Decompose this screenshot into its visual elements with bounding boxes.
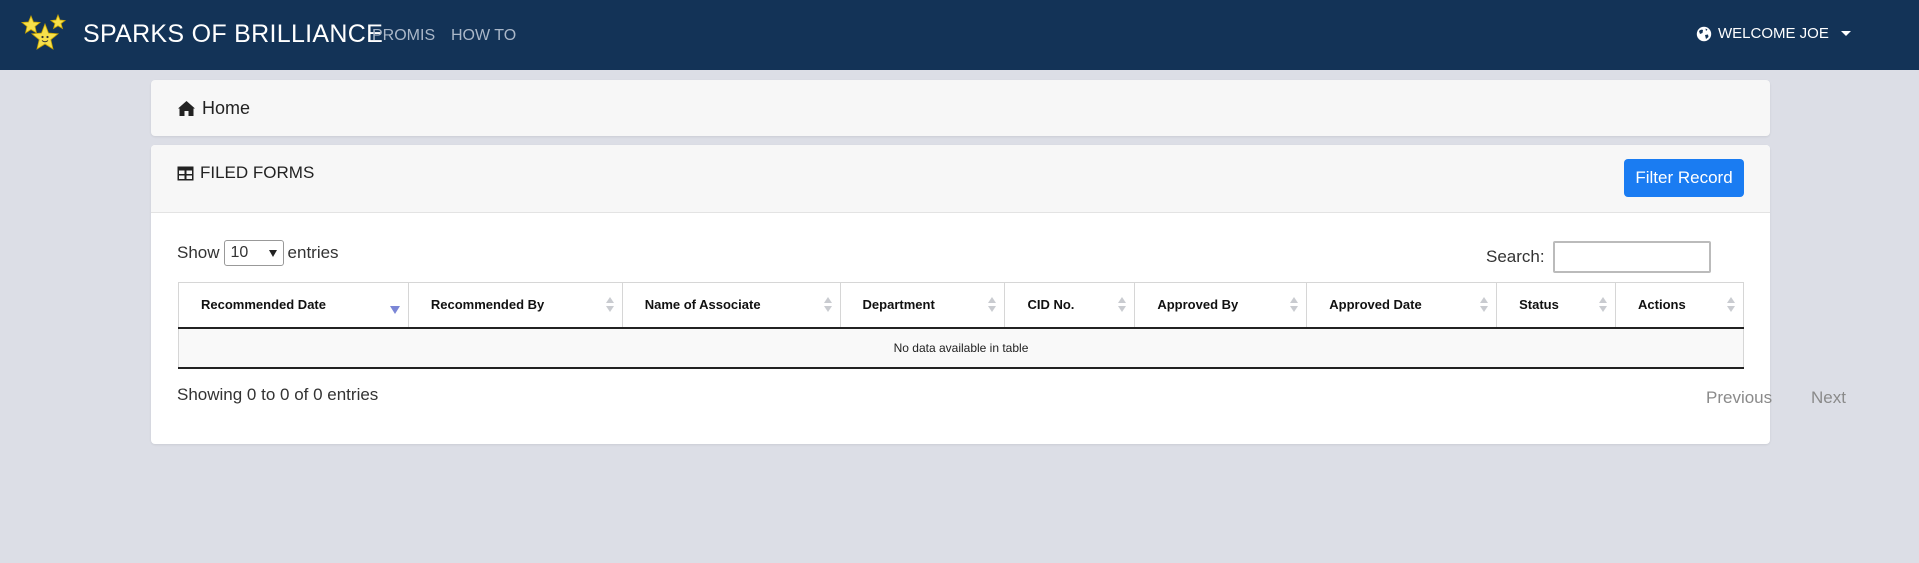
chevron-down-icon bbox=[1840, 31, 1851, 36]
breadcrumb: Home bbox=[151, 80, 1770, 136]
welcome-label: WELCOME JOE bbox=[1718, 25, 1829, 42]
filed-forms-table: Recommended Date Recommended By Name of … bbox=[178, 282, 1744, 369]
column-header-approved-by[interactable]: Approved By bbox=[1134, 282, 1307, 329]
home-icon bbox=[178, 101, 195, 116]
filed-forms-card: FILED FORMS Filter Record Show 10 entrie… bbox=[151, 145, 1846, 444]
table-info-text: Showing 0 to 0 of 0 entries bbox=[177, 385, 379, 404]
card-header: FILED FORMS Filter Record bbox=[151, 145, 1770, 213]
sort-icon bbox=[1118, 297, 1127, 313]
table-icon bbox=[177, 166, 194, 180]
previous-page-button[interactable]: Previous bbox=[1706, 388, 1772, 408]
table-header-row: Recommended Date Recommended By Name of … bbox=[178, 282, 1744, 329]
column-header-department[interactable]: Department bbox=[839, 282, 1005, 329]
table-row: No data available in table bbox=[178, 327, 1744, 369]
empty-table-message: No data available in table bbox=[178, 327, 1744, 369]
entries-label: entries bbox=[287, 243, 339, 262]
column-label: Approved By bbox=[1157, 297, 1239, 313]
next-page-button[interactable]: Next bbox=[1811, 388, 1846, 408]
sort-icon bbox=[988, 297, 997, 313]
top-navbar: SPARKS OF BRILLIANCE PROMIS HOW TO WELCO… bbox=[0, 0, 1919, 70]
column-label: Name of Associate bbox=[644, 297, 761, 313]
entries-length-control: Show 10 entries bbox=[177, 240, 339, 266]
column-label: Recommended Date bbox=[201, 297, 326, 313]
sort-icon bbox=[1480, 297, 1489, 313]
search-control: Search: bbox=[1486, 241, 1711, 273]
filter-record-button[interactable]: Filter Record bbox=[1624, 159, 1744, 197]
column-header-cid-no[interactable]: CID No. bbox=[1004, 282, 1135, 329]
nav-link-promis[interactable]: PROMIS bbox=[372, 27, 435, 45]
column-header-actions[interactable]: Actions bbox=[1615, 282, 1744, 329]
column-label: Department bbox=[862, 297, 935, 313]
nav-link-how-to[interactable]: HOW TO bbox=[451, 27, 516, 45]
breadcrumb-home-label: Home bbox=[202, 98, 251, 118]
sort-icon bbox=[1727, 297, 1735, 313]
column-header-name-of-associate[interactable]: Name of Associate bbox=[621, 282, 841, 329]
card-title-text: FILED FORMS bbox=[200, 163, 315, 182]
breadcrumb-home[interactable]: Home bbox=[177, 98, 250, 119]
sort-icon bbox=[1599, 297, 1608, 313]
user-menu-dropdown[interactable]: WELCOME JOE bbox=[1696, 25, 1851, 42]
sort-icon bbox=[605, 297, 614, 313]
sort-icon bbox=[1290, 297, 1299, 313]
column-header-approved-date[interactable]: Approved Date bbox=[1306, 282, 1497, 329]
sort-desc-icon bbox=[389, 306, 400, 314]
card-title: FILED FORMS bbox=[177, 163, 314, 183]
column-header-status[interactable]: Status bbox=[1496, 282, 1616, 329]
chevron-down-icon bbox=[268, 249, 277, 257]
entries-select-value: 10 bbox=[230, 244, 249, 261]
column-header-recommended-date[interactable]: Recommended Date bbox=[178, 282, 409, 329]
column-label: Recommended By bbox=[430, 297, 545, 313]
search-label: Search: bbox=[1486, 247, 1545, 266]
column-label: Status bbox=[1519, 297, 1559, 313]
sort-icon bbox=[823, 297, 832, 313]
column-header-recommended-by[interactable]: Recommended By bbox=[407, 282, 623, 329]
entries-select[interactable]: 10 bbox=[223, 240, 284, 266]
column-label: Approved Date bbox=[1329, 297, 1422, 313]
search-input[interactable] bbox=[1552, 241, 1711, 273]
column-label: Actions bbox=[1638, 297, 1686, 313]
show-label: Show bbox=[177, 243, 220, 262]
globe-icon bbox=[1696, 26, 1712, 41]
brand-title[interactable]: SPARKS OF BRILLIANCE bbox=[83, 20, 383, 49]
stars-logo-icon[interactable] bbox=[20, 14, 68, 54]
column-label: CID No. bbox=[1027, 297, 1075, 313]
